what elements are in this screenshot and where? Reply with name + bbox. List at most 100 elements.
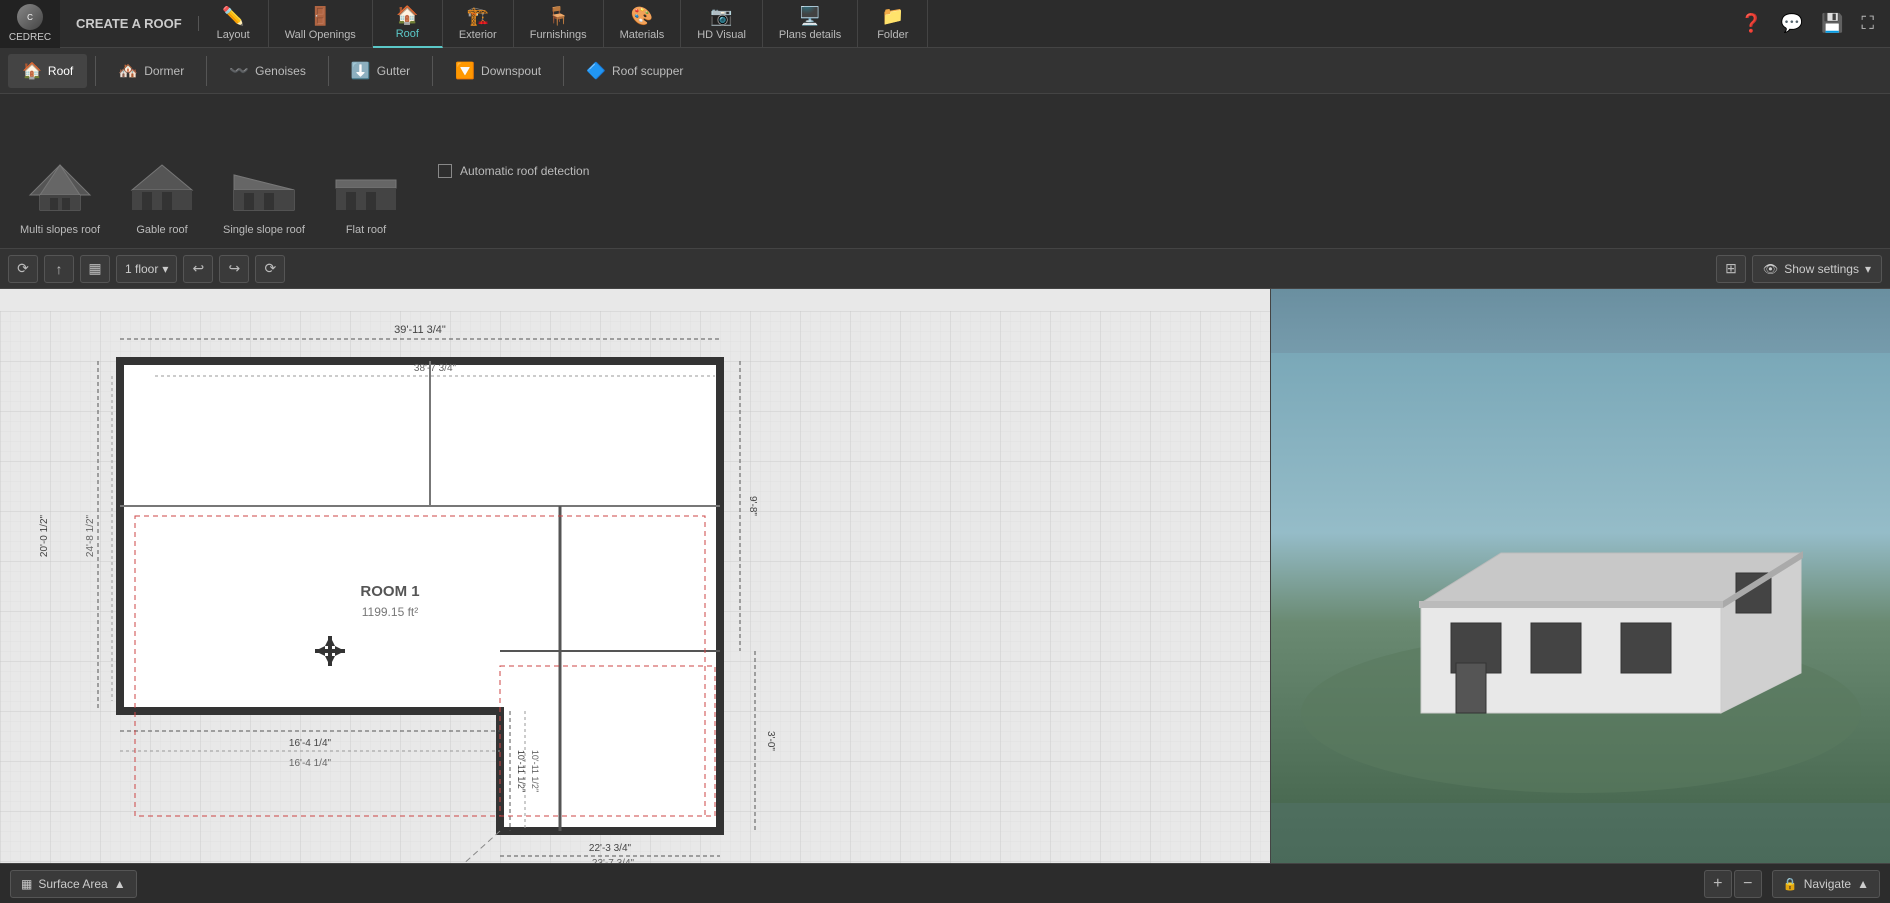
svg-text:16'-4 1/4": 16'-4 1/4" <box>289 758 332 769</box>
layout-icon: ✏️ <box>222 6 244 27</box>
nav-folder-label: Folder <box>877 29 908 41</box>
multi-slopes-icon <box>25 158 95 218</box>
tab-dormer-icon: 🏘️ <box>118 61 138 81</box>
zoom-out-button[interactable]: − <box>1734 870 1762 898</box>
surface-area-tab[interactable]: ▦ Surface Area ▲ <box>10 870 137 898</box>
nav-roof[interactable]: 🏠 Roof <box>373 0 443 48</box>
save-button[interactable]: 💾 <box>1817 9 1847 38</box>
nav-furnishings[interactable]: 🪑 Furnishings <box>514 0 604 48</box>
svg-text:20'-0 1/2": 20'-0 1/2" <box>39 514 50 557</box>
undo-button[interactable]: ↩ <box>183 255 213 283</box>
svg-text:38'-7 3/4": 38'-7 3/4" <box>414 363 457 374</box>
canvas-area[interactable]: 39'-11 3/4" 38'-7 3/4" 20'-0 1/2" 24'-8 … <box>0 289 1270 903</box>
redo-button[interactable]: ↪ <box>219 255 249 283</box>
navigate-button[interactable]: 🔒 Navigate ▲ <box>1772 870 1880 898</box>
nav-materials-label: Materials <box>620 29 665 41</box>
tab-gutter[interactable]: ⬇️ Gutter <box>337 54 424 88</box>
snap-button[interactable]: ⊞ <box>1716 255 1746 283</box>
tab-roof[interactable]: 🏠 Roof <box>8 54 87 88</box>
navigate-chevron-icon: ▲ <box>1857 877 1869 891</box>
divider4 <box>432 56 433 86</box>
second-toolbar: 🏠 Roof 🏘️ Dormer 〰️ Genoises ⬇️ Gutter 🔽… <box>0 48 1890 94</box>
floor-plan-svg: 39'-11 3/4" 38'-7 3/4" 20'-0 1/2" 24'-8 … <box>0 289 1270 903</box>
canvas-toolbar: ⟳ ↑ ▦ 1 floor ▾ ↩ ↪ ⟳ ⊞ 👁 Show settings … <box>0 249 1890 289</box>
roof-type-multi-slopes[interactable]: Multi slopes roof <box>10 99 110 244</box>
tab-genoises-label: Genoises <box>255 64 306 78</box>
tab-downspout-label: Downspout <box>481 64 541 78</box>
fullscreen-button[interactable]: ⛶ <box>1857 9 1878 38</box>
flat-label: Flat roof <box>346 224 386 236</box>
nav-exterior-label: Exterior <box>459 29 497 41</box>
svg-text:22'-3 3/4": 22'-3 3/4" <box>589 843 632 854</box>
materials-icon: 🎨 <box>631 6 653 27</box>
floor-chevron-icon: ▾ <box>162 262 168 276</box>
nav-materials[interactable]: 🎨 Materials <box>604 0 682 48</box>
nav-wall-openings-label: Wall Openings <box>285 29 356 41</box>
gable-label: Gable roof <box>136 224 187 236</box>
svg-text:1199.15 ft²: 1199.15 ft² <box>362 605 418 619</box>
surface-area-label: Surface Area <box>38 877 107 891</box>
svg-text:9'-8": 9'-8" <box>747 496 758 516</box>
svg-text:3'-0": 3'-0" <box>765 731 776 751</box>
nav-folder[interactable]: 📁 Folder <box>858 0 928 48</box>
chat-button[interactable]: 💬 <box>1777 9 1807 38</box>
svg-text:16'-4 1/4": 16'-4 1/4" <box>289 738 332 749</box>
nav-plans-details[interactable]: 🖥️ Plans details <box>763 0 858 48</box>
hd-visual-icon: 📷 <box>710 6 732 27</box>
preview-panel: 👤 ☀ ▦ + − 🔒 ▷ <box>1270 289 1890 903</box>
plans-details-icon: 🖥️ <box>799 6 821 27</box>
move-up-button[interactable]: ↑ <box>44 255 74 283</box>
auto-detect-label: Automatic roof detection <box>460 164 589 178</box>
floor-icon-button[interactable]: ▦ <box>80 255 110 283</box>
exterior-icon: 🏗️ <box>467 6 489 27</box>
tab-roof-scupper-icon: 🔷 <box>586 61 606 81</box>
refresh2-button[interactable]: ⟳ <box>255 255 285 283</box>
tab-downspout[interactable]: 🔽 Downspout <box>441 54 555 88</box>
tab-genoises[interactable]: 〰️ Genoises <box>215 54 320 88</box>
grid-icon: ▦ <box>21 877 32 891</box>
nav-hd-visual-label: HD Visual <box>697 29 746 41</box>
roof-type-bar: Multi slopes roof Gable roof Single slop… <box>0 94 1890 249</box>
nav-layout[interactable]: ✏️ Layout <box>199 0 269 48</box>
divider3 <box>328 56 329 86</box>
zoom-in-button[interactable]: + <box>1704 870 1732 898</box>
logo-icon: C <box>17 4 43 30</box>
auto-detect-area: Automatic roof detection <box>438 164 589 178</box>
nav-roof-label: Roof <box>396 28 419 40</box>
nav-wall-openings[interactable]: 🚪 Wall Openings <box>269 0 373 48</box>
tab-dormer[interactable]: 🏘️ Dormer <box>104 54 198 88</box>
preview-3d[interactable] <box>1271 289 1890 867</box>
floor-label: 1 floor <box>125 262 158 276</box>
tab-roof-scupper[interactable]: 🔷 Roof scupper <box>572 54 697 88</box>
show-settings-button[interactable]: 👁 Show settings ▾ <box>1752 255 1882 283</box>
3d-preview-svg <box>1271 289 1890 867</box>
roof-type-flat[interactable]: Flat roof <box>316 99 416 244</box>
auto-detect-checkbox[interactable] <box>438 164 452 178</box>
help-button[interactable]: ❓ <box>1736 9 1766 38</box>
nav-layout-label: Layout <box>217 29 250 41</box>
nav-hd-visual[interactable]: 📷 HD Visual <box>681 0 763 48</box>
eye-icon: 👁 <box>1763 262 1778 276</box>
nav-furnishings-label: Furnishings <box>530 29 587 41</box>
show-settings-label: Show settings <box>1784 262 1859 276</box>
zoom-group: + − <box>1704 870 1762 898</box>
nav-right: ❓ 💬 💾 ⛶ <box>1724 9 1890 38</box>
lock-icon: 🔒 <box>1783 877 1798 891</box>
logo-text: CEDREC <box>9 32 51 43</box>
svg-text:39'-11 3/4": 39'-11 3/4" <box>394 324 446 336</box>
logo[interactable]: C CEDREC <box>0 0 60 48</box>
nav-exterior[interactable]: 🏗️ Exterior <box>443 0 514 48</box>
svg-text:ROOM 1: ROOM 1 <box>360 583 419 600</box>
floor-selector[interactable]: 1 floor ▾ <box>116 255 177 283</box>
roof-type-gable[interactable]: Gable roof <box>112 99 212 244</box>
refresh-button[interactable]: ⟳ <box>8 255 38 283</box>
tab-roof-scupper-label: Roof scupper <box>612 64 683 78</box>
app-title: CREATE A ROOF <box>60 16 199 31</box>
wall-openings-icon: 🚪 <box>309 6 331 27</box>
tab-roof-label: Roof <box>48 64 73 78</box>
furnishings-icon: 🪑 <box>547 6 569 27</box>
tab-gutter-label: Gutter <box>377 64 410 78</box>
roof-type-single-slope[interactable]: Single slope roof <box>214 99 314 244</box>
folder-icon: 📁 <box>882 6 904 27</box>
roof-icon: 🏠 <box>396 5 418 26</box>
